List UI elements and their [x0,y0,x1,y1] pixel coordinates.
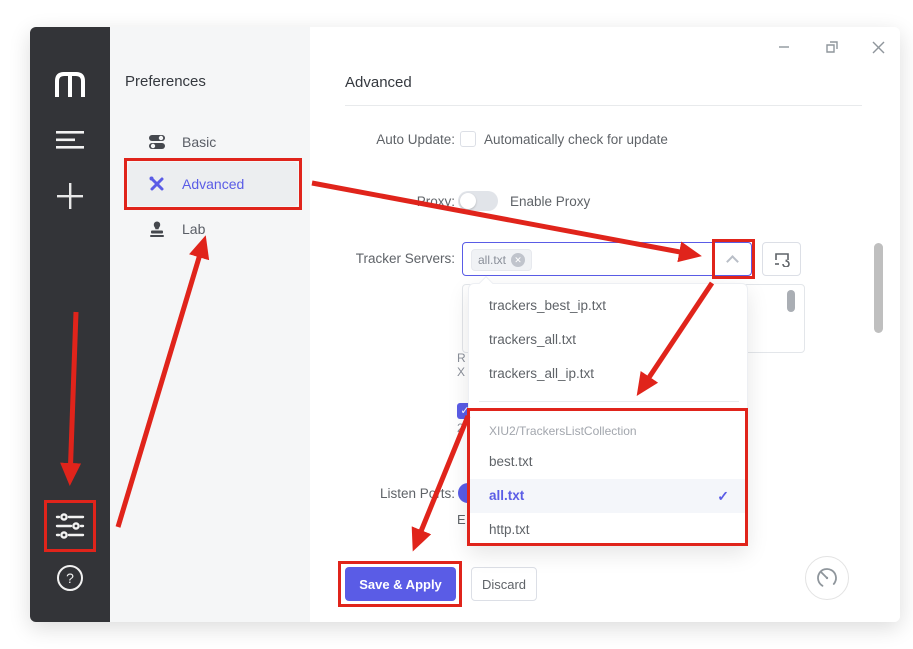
help-icon[interactable]: ? [30,564,110,592]
dropdown-item-selected[interactable]: all.txt ✓ [469,479,747,513]
proxy-toggle-label: Enable Proxy [510,194,591,209]
check-icon: ✓ [717,488,729,504]
dropdown-item[interactable]: best.txt [469,445,747,479]
window-controls [734,33,894,61]
auto-update-checkbox-label[interactable]: Automatically check for update [484,132,668,147]
hidden-text-fragment: E [457,512,466,527]
tracker-servers-select[interactable]: all.txt ✕ [462,242,752,276]
pref-item-lab[interactable]: Lab [128,211,298,247]
preferences-panel: Preferences Basic Advanced Lab [110,27,310,622]
task-list-icon[interactable] [30,129,110,151]
preferences-title: Preferences [125,73,206,90]
save-apply-button[interactable]: Save & Apply [345,567,456,601]
advanced-tools-icon [148,175,166,193]
proxy-label: Proxy: [416,194,455,209]
preferences-sliders-icon[interactable] [30,511,110,541]
chevron-up-icon[interactable] [726,255,739,268]
pref-item-basic[interactable]: Basic [128,124,298,160]
page-scrollbar-thumb[interactable] [874,243,883,333]
advanced-settings-page: Advanced Auto Update: Automatically chec… [310,27,900,622]
dropdown-item-selected-label: all.txt [489,488,525,503]
hidden-text-fragment: R [457,351,466,365]
motrix-logo-icon [30,71,110,99]
discard-button[interactable]: Discard [471,567,537,601]
app-window: ? Preferences Basic Advanced Lab Advance… [30,27,900,622]
hidden-text-fragment: X [457,365,466,379]
tag-close-icon[interactable]: ✕ [511,253,526,267]
close-icon[interactable] [864,33,892,61]
tracker-dropdown: trackers_best_ip.txt trackers_all.txt tr… [468,275,748,547]
selected-tracker-tag-label: all.txt [478,253,507,267]
sync-tracker-list-button[interactable] [762,242,801,276]
dropdown-group-label: XIU2/TrackersListCollection [489,424,637,438]
dropdown-divider [479,401,739,402]
listen-ports-label: Listen Ports: [379,486,455,501]
textarea-scrollbar-thumb[interactable] [787,290,795,312]
dropdown-item[interactable]: trackers_all.txt [469,323,747,357]
help-glyph: ? [66,570,74,586]
screenshot-stage: ? Preferences Basic Advanced Lab Advance… [0,0,913,649]
hidden-text-fragment: 2 [457,421,464,435]
auto-update-checkbox[interactable] [460,131,476,147]
dropdown-caret [478,275,494,291]
page-title: Advanced [345,74,412,91]
title-divider [345,105,862,106]
auto-update-label: Auto Update: [376,132,455,147]
pref-item-label: Advanced [182,176,245,192]
selected-tracker-tag: all.txt ✕ [471,249,533,271]
pref-item-label: Basic [182,134,217,150]
dropdown-item[interactable]: trackers_all_ip.txt [469,357,747,391]
proxy-toggle[interactable] [458,191,498,211]
tracker-servers-label: Tracker Servers: [355,251,455,266]
minimize-icon[interactable] [770,33,798,61]
pref-item-label: Lab [182,221,206,237]
add-task-icon[interactable] [30,182,110,210]
dropdown-item[interactable]: trackers_best_ip.txt [469,289,747,323]
dropdown-item[interactable]: http.txt [469,513,747,547]
app-sidebar: ? [30,27,110,622]
lab-stamp-icon [148,220,166,238]
basic-toggles-icon [148,133,166,151]
pref-item-advanced[interactable]: Advanced [128,162,298,206]
maximize-icon[interactable] [818,33,846,61]
speed-limit-button[interactable] [805,556,849,600]
